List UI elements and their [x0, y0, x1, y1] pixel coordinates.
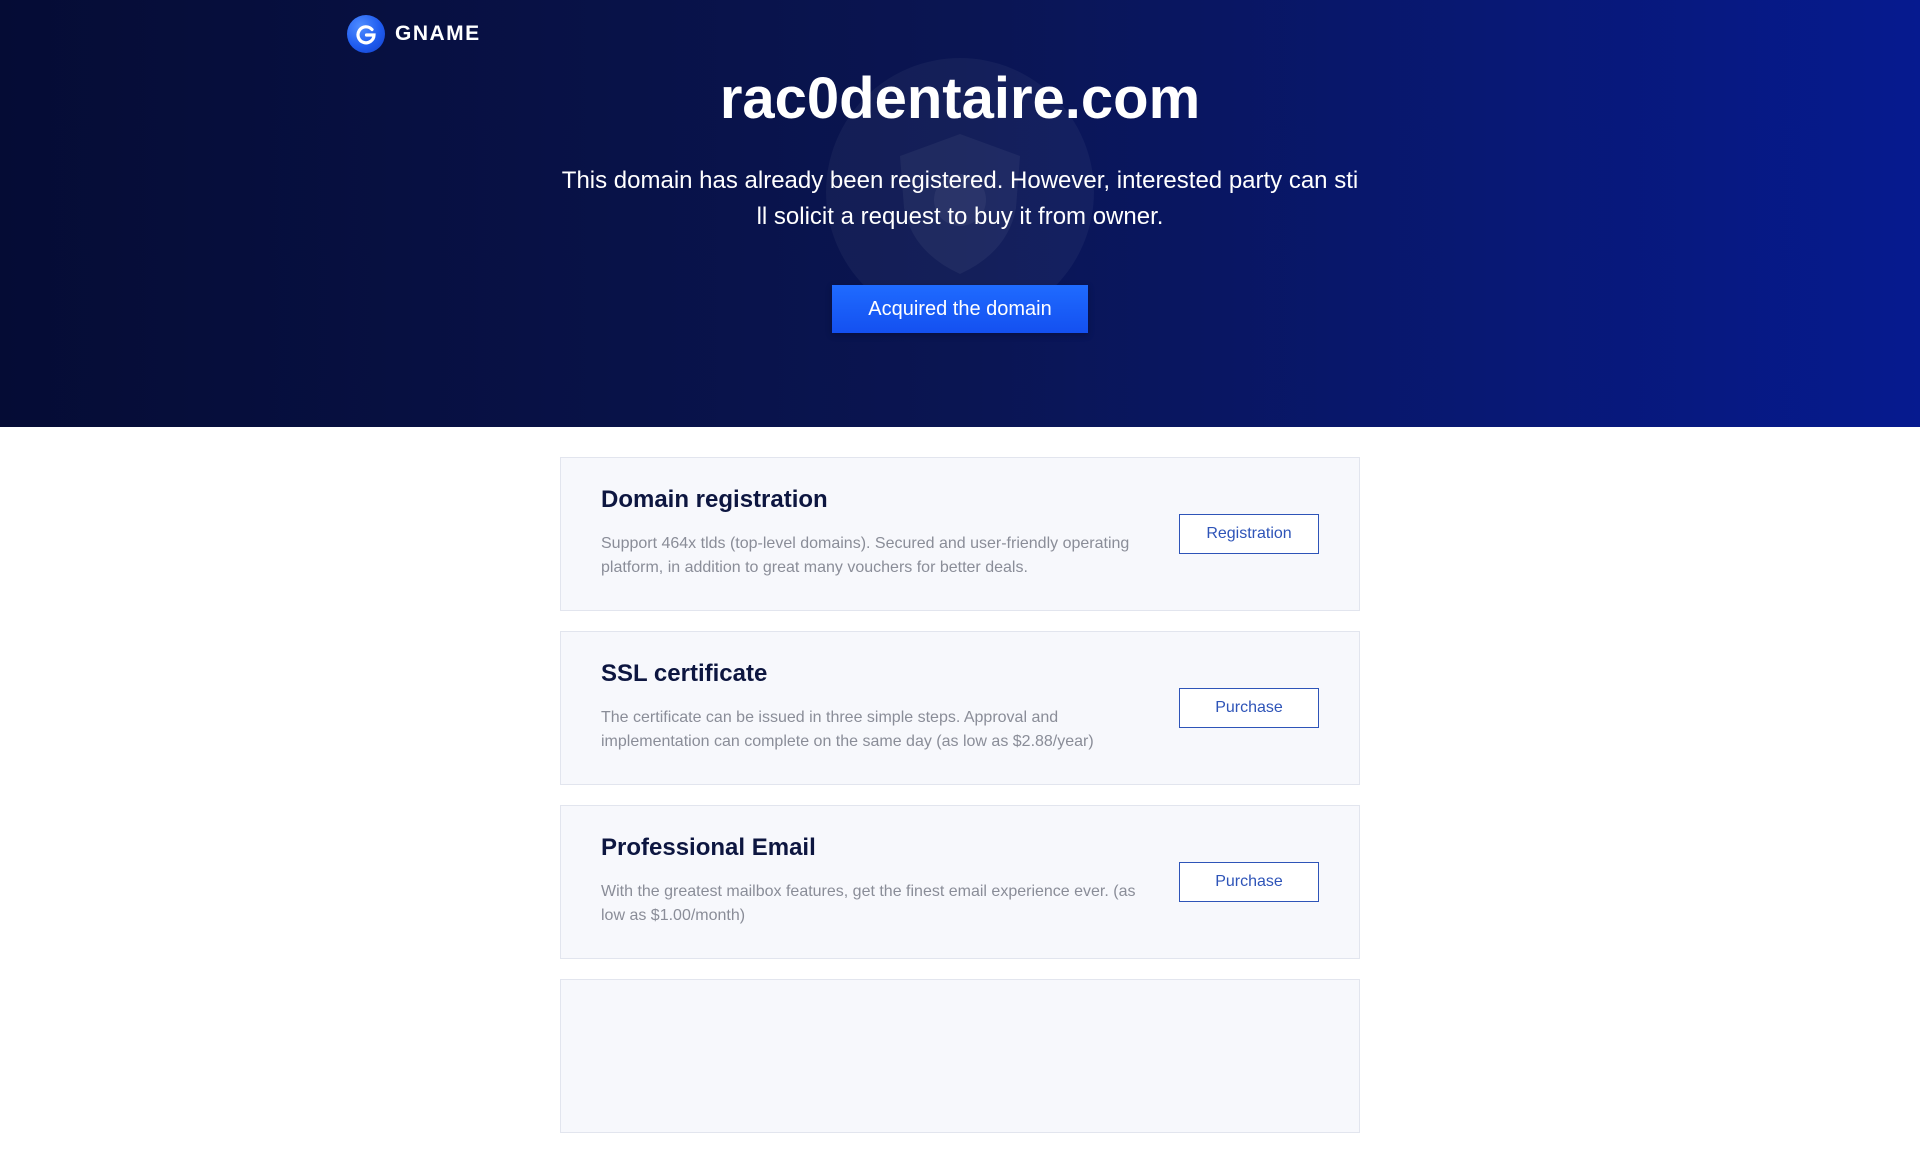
- card-description: The certificate can be issued in three s…: [601, 709, 1094, 750]
- logo-text: GNAME: [395, 22, 481, 45]
- service-card-partial: [560, 979, 1360, 1133]
- card-description: Support 464x tlds (top-level domains). S…: [601, 535, 1130, 576]
- card-title: SSL certificate: [601, 660, 768, 687]
- email-purchase-button[interactable]: Purchase: [1179, 862, 1319, 902]
- service-card-professional-email: Professional Email With the greatest mai…: [560, 805, 1360, 959]
- gname-logo-icon: [347, 15, 385, 53]
- acquire-domain-button[interactable]: Acquired the domain: [832, 285, 1088, 333]
- registration-button[interactable]: Registration: [1179, 514, 1319, 554]
- service-card-ssl-certificate: SSL certificate The certificate can be i…: [560, 631, 1360, 785]
- card-title: Professional Email: [601, 834, 816, 861]
- services-list: Domain registration Support 464x tlds (t…: [560, 457, 1360, 1153]
- gname-logo[interactable]: GNAME: [347, 15, 481, 53]
- domain-description: This domain has already been registered.…: [561, 167, 1359, 230]
- service-card-domain-registration: Domain registration Support 464x tlds (t…: [560, 457, 1360, 611]
- ssl-purchase-button[interactable]: Purchase: [1179, 688, 1319, 728]
- hero-banner: GNAME rac0dentaire.com This domain has a…: [0, 0, 1920, 427]
- card-description: With the greatest mailbox features, get …: [601, 883, 1136, 924]
- domain-title: rac0dentaire.com: [719, 66, 1201, 131]
- card-title: Domain registration: [601, 486, 828, 513]
